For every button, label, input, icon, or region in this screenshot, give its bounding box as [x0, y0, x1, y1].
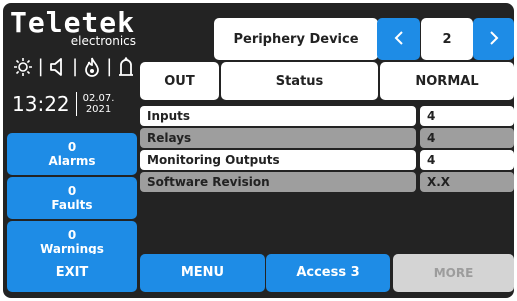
- icon-separator: |: [106, 56, 113, 77]
- access-level-button[interactable]: Access 3: [266, 254, 390, 292]
- access-label: Access 3: [296, 265, 360, 280]
- chevron-left-icon: [393, 30, 405, 48]
- brand-logo: Teletek electronics: [10, 9, 138, 49]
- page-title-text: Periphery Device: [233, 31, 359, 47]
- exit-button[interactable]: EXIT: [7, 254, 137, 292]
- alarms-button[interactable]: 0 Alarms: [7, 133, 137, 175]
- row-label: Relays: [147, 131, 192, 145]
- speaker-icon: [49, 57, 67, 77]
- device-type-cell: OUT: [140, 62, 219, 100]
- flame-icon: [83, 57, 101, 77]
- clock-date: 02.07. 2021: [83, 93, 115, 115]
- sun-icon: [13, 57, 33, 77]
- row-label: Monitoring Outputs: [147, 153, 280, 167]
- clock-date-year: 2021: [85, 104, 112, 115]
- row-label-inputs: Inputs: [140, 106, 416, 126]
- chevron-right-icon: [488, 30, 500, 48]
- more-label: MORE: [433, 266, 474, 280]
- row-value: 4: [427, 109, 436, 123]
- clock: 13:22 02.07. 2021: [12, 89, 138, 119]
- warnings-count: 0: [67, 228, 77, 242]
- row-value-monitoring-outputs: 4: [420, 150, 514, 170]
- row-value: 4: [427, 153, 436, 167]
- page-title: Periphery Device: [214, 18, 378, 60]
- faults-count: 0: [67, 184, 77, 198]
- faults-label: Faults: [51, 198, 93, 212]
- row-value-relays: 4: [420, 128, 514, 148]
- status-value: NORMAL: [415, 73, 479, 89]
- status-label: Status: [275, 73, 324, 89]
- panel-screen: Teletek electronics | | | 13:22 02.07. 2…: [3, 3, 514, 298]
- clock-time: 13:22: [12, 92, 70, 116]
- row-label: Software Revision: [147, 175, 270, 189]
- horn-icon: [117, 57, 135, 77]
- row-label: Inputs: [147, 109, 191, 123]
- status-value-cell: NORMAL: [380, 62, 514, 100]
- page-number-value: 2: [442, 31, 452, 47]
- icon-separator: |: [37, 56, 44, 77]
- row-value-software-revision: X.X: [420, 172, 514, 192]
- clock-separator: [75, 92, 77, 116]
- row-label-software-revision: Software Revision: [140, 172, 416, 192]
- more-button[interactable]: MORE: [393, 254, 514, 292]
- brand-name: Teletek: [10, 6, 136, 39]
- row-value-inputs: 4: [420, 106, 514, 126]
- row-value: 4: [427, 131, 436, 145]
- row-value: X.X: [427, 175, 451, 189]
- menu-button[interactable]: MENU: [140, 254, 265, 292]
- row-label-monitoring-outputs: Monitoring Outputs: [140, 150, 416, 170]
- alarms-label: Alarms: [48, 154, 96, 168]
- device-type: OUT: [164, 73, 195, 89]
- icon-separator: |: [71, 56, 79, 77]
- alarms-count: 0: [67, 140, 77, 154]
- status-label-cell: Status: [221, 62, 378, 100]
- prev-button[interactable]: [377, 18, 420, 60]
- clock-date-day: 02.07.: [82, 93, 115, 104]
- exit-label: EXIT: [55, 265, 89, 280]
- row-label-relays: Relays: [140, 128, 416, 148]
- menu-label: MENU: [180, 265, 225, 280]
- page-number: 2: [421, 18, 473, 60]
- status-icon-row: | | |: [10, 55, 138, 79]
- faults-button[interactable]: 0 Faults: [7, 177, 137, 219]
- next-button[interactable]: [473, 18, 514, 60]
